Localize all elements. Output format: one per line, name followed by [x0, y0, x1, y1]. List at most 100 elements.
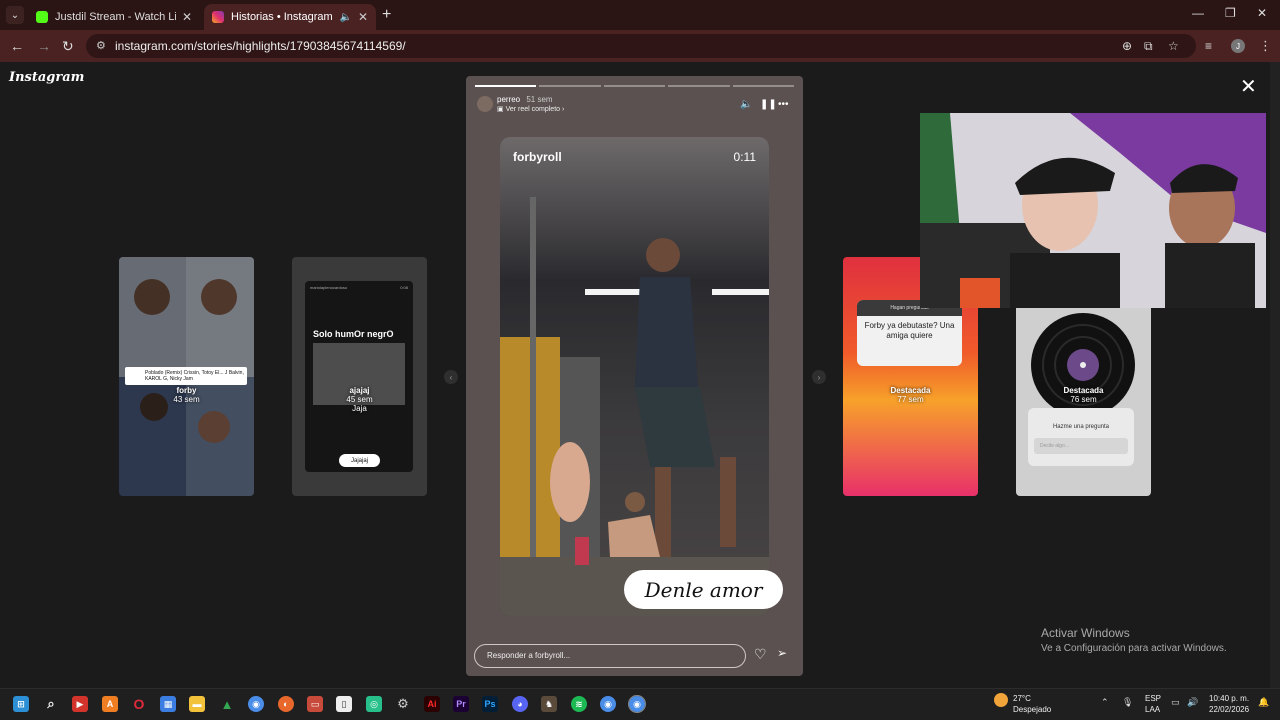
- cast-icon[interactable]: ⧉: [1144, 39, 1153, 54]
- card-age: 77 sem: [897, 395, 924, 404]
- url-text[interactable]: instagram.com/stories/highlights/1790384…: [115, 39, 406, 53]
- story-preview-ajajaj[interactable]: mariolaplenocardoso 0:08 Solo humOr negr…: [292, 257, 427, 496]
- search-icon[interactable]: ⌕: [43, 696, 59, 712]
- close-stories-icon[interactable]: ✕: [1240, 74, 1257, 99]
- frame-title: Solo humOr negrO: [313, 329, 394, 339]
- lang-top: ESP: [1145, 694, 1162, 703]
- story-progress-bar: [475, 85, 795, 87]
- speaker-icon[interactable]: 🔈: [339, 12, 351, 23]
- chatgpt-icon[interactable]: ◎: [366, 696, 382, 712]
- more-options-icon[interactable]: •••: [778, 99, 789, 110]
- chrome-icon[interactable]: ◉: [248, 696, 264, 712]
- close-tab-icon[interactable]: ✕: [358, 10, 368, 24]
- site-info-icon[interactable]: ⚙: [96, 39, 106, 52]
- lang-bottom: LAA: [1145, 705, 1161, 714]
- taskbar-app-icon[interactable]: ▭: [307, 696, 323, 712]
- pause-icon[interactable]: ❚❚: [760, 99, 777, 110]
- reel-link-label: Ver reel completo: [505, 106, 561, 113]
- new-tab-button[interactable]: +: [382, 6, 391, 24]
- firefox-icon[interactable]: ◐: [278, 696, 294, 712]
- progress-segment: [539, 85, 601, 87]
- reply-input[interactable]: Responder a forbyroll...: [474, 644, 746, 668]
- story-username[interactable]: perreo: [497, 95, 520, 104]
- next-story-button[interactable]: ›: [812, 370, 826, 384]
- previous-story-button[interactable]: ‹: [444, 370, 458, 384]
- chevron-right-icon: ›: [560, 106, 565, 113]
- document-icon[interactable]: ▯: [336, 696, 352, 712]
- video-duration: 0:11: [733, 150, 756, 164]
- reload-icon[interactable]: ↻: [62, 38, 74, 55]
- taskbar-app-icon[interactable]: A: [102, 696, 118, 712]
- music-sticker: Poblado (Remix) Crissin, Totoy El... J B…: [125, 367, 247, 385]
- taskbar-app-icon[interactable]: ▶: [72, 696, 88, 712]
- view-full-reel-link[interactable]: ▣ Ver reel completo ›: [497, 105, 564, 113]
- opera-icon[interactable]: O: [131, 696, 147, 712]
- minimize-button[interactable]: —: [1192, 6, 1204, 20]
- card-name: Destacada: [1063, 386, 1104, 395]
- close-window-button[interactable]: ✕: [1257, 6, 1267, 20]
- address-bar[interactable]: ⚙ instagram.com/stories/highlights/17903…: [86, 34, 1196, 58]
- progress-segment: [475, 85, 537, 87]
- volume-icon[interactable]: 🔊: [1187, 697, 1198, 708]
- browser-tab-bar: ⌄ Justdil Stream - Watch Live on Kick ✕ …: [0, 0, 1280, 30]
- spotify-icon[interactable]: ≋: [571, 696, 587, 712]
- story-preview-forby[interactable]: Poblado (Remix) Crissin, Totoy El... J B…: [119, 257, 254, 496]
- browser-menu-icon[interactable]: ⋮: [1259, 38, 1272, 54]
- webcam-image: [920, 113, 1266, 308]
- notifications-icon[interactable]: 🔔: [1258, 697, 1269, 708]
- weather-moon-icon[interactable]: [994, 693, 1008, 707]
- card-age: 76 sem: [1070, 395, 1097, 404]
- network-icon[interactable]: ▭: [1171, 697, 1180, 708]
- close-tab-icon[interactable]: ✕: [182, 10, 192, 24]
- frame-time: 0:08: [400, 285, 408, 290]
- file-explorer-icon[interactable]: ▬: [189, 696, 205, 712]
- gym-scene-image: [500, 137, 769, 616]
- card-label: forby 43 sem: [119, 386, 254, 404]
- illustrator-icon[interactable]: Ai: [424, 696, 440, 712]
- google-drive-icon[interactable]: ▲: [219, 696, 235, 712]
- start-button[interactable]: ⊞: [13, 696, 29, 712]
- bookmark-star-icon[interactable]: ☆: [1168, 39, 1179, 53]
- tab-kick[interactable]: Justdil Stream - Watch Live on Kick ✕: [28, 4, 200, 30]
- tab-search-button[interactable]: ⌄: [6, 6, 24, 24]
- system-clock[interactable]: 10:40 p. m. 22/02/2026: [1209, 693, 1249, 715]
- send-icon[interactable]: ➢: [777, 646, 787, 660]
- chrome-icon[interactable]: ◉: [600, 696, 616, 712]
- premiere-icon[interactable]: Pr: [453, 696, 469, 712]
- page-scrollbar[interactable]: [1270, 62, 1280, 688]
- zoom-icon[interactable]: ⊕: [1122, 39, 1132, 53]
- microphone-icon[interactable]: 🎙: [1122, 697, 1133, 708]
- progress-segment: [603, 85, 666, 87]
- taskbar-app-icon[interactable]: ⚙: [395, 696, 411, 712]
- progress-segment: [732, 85, 795, 87]
- weather-temp: 27°C: [1013, 694, 1031, 703]
- activate-subtitle: Ve a Configuración para activar Windows.: [1041, 643, 1227, 654]
- taskbar-app-icon[interactable]: ♞: [541, 696, 557, 712]
- tray-chevron-icon[interactable]: ⌃: [1101, 697, 1109, 708]
- instagram-logo[interactable]: Instagram: [9, 70, 84, 85]
- sound-icon[interactable]: 🔈: [740, 99, 752, 110]
- tab-instagram[interactable]: Historias • Instagram 🔈 ✕: [204, 4, 376, 30]
- story-video[interactable]: forbyroll 0:11: [500, 137, 769, 616]
- address-toolbar: ← → ↻ ⚙ instagram.com/stories/highlights…: [0, 30, 1280, 62]
- story-avatar[interactable]: [477, 96, 493, 112]
- language-indicator[interactable]: ESP LAA: [1145, 693, 1161, 715]
- heart-icon[interactable]: ♡: [754, 646, 767, 663]
- profile-avatar[interactable]: J: [1231, 39, 1245, 53]
- restore-button[interactable]: ❐: [1225, 6, 1236, 20]
- forward-icon[interactable]: →: [37, 38, 51, 54]
- tab-title: Historias • Instagram: [231, 11, 333, 23]
- discord-icon[interactable]: ◕: [512, 696, 528, 712]
- card-name: forby: [176, 386, 197, 395]
- chrome-icon-active[interactable]: ◉: [628, 695, 646, 713]
- store-icon[interactable]: ▦: [160, 696, 176, 712]
- instagram-icon: [212, 11, 224, 23]
- weather-widget[interactable]: 27°C Despejado: [1013, 693, 1051, 715]
- video-username[interactable]: forbyroll: [513, 150, 562, 164]
- card-name: Destacada: [890, 386, 931, 395]
- back-icon[interactable]: ←: [10, 38, 24, 54]
- kick-icon: [36, 11, 48, 23]
- photoshop-icon[interactable]: Ps: [482, 696, 498, 712]
- media-controls-icon[interactable]: ≡: [1205, 39, 1212, 53]
- card-label: Destacada 76 sem: [1016, 386, 1151, 404]
